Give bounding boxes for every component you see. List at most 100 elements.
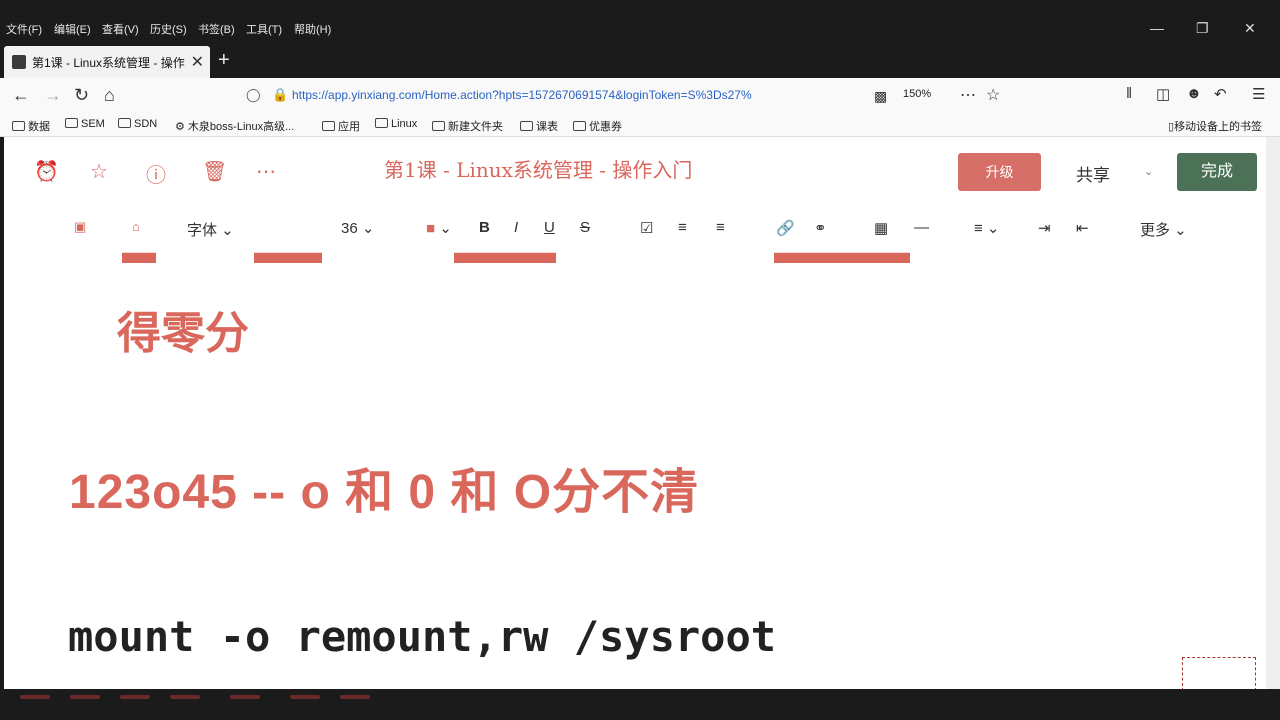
taskbar-item[interactable] bbox=[70, 695, 100, 699]
forward-icon[interactable]: → bbox=[44, 85, 62, 106]
info-icon[interactable]: ⓘ bbox=[146, 159, 166, 188]
watermark-stamp bbox=[1182, 657, 1256, 689]
table-icon[interactable]: ▦ bbox=[874, 219, 888, 237]
bookmark-folder[interactable]: 新建文件夹 bbox=[432, 118, 503, 134]
lock-icon: 🔒 bbox=[272, 87, 289, 102]
tab-close-icon[interactable]: ✕ bbox=[191, 52, 204, 72]
note-editor: ⏰ ☆ ⓘ 🗑 ⋯ 第1课 - Linux系统管理 - 操作入门 升级 共享 ⌄… bbox=[4, 137, 1266, 689]
menu-bookmarks[interactable]: 书签(B) bbox=[198, 21, 235, 37]
taskbar-item[interactable] bbox=[290, 695, 320, 699]
folder-icon bbox=[12, 121, 25, 131]
minimize-icon[interactable]: — bbox=[1150, 20, 1164, 36]
outdent-icon[interactable]: ⇤ bbox=[1076, 219, 1089, 237]
bookmark-folder[interactable]: 数据 bbox=[12, 118, 50, 134]
bookmark-folder[interactable]: 课表 bbox=[520, 118, 558, 134]
address-bar[interactable]: ◯ 🔒 https://app.yinxiang.com/Home.action… bbox=[240, 84, 860, 108]
menu-view[interactable]: 查看(V) bbox=[102, 21, 139, 37]
folder-icon bbox=[65, 118, 78, 128]
taskbar-item[interactable] bbox=[20, 695, 50, 699]
note-text-line[interactable]: 123o45 -- o 和 0 和 O分不清 bbox=[69, 452, 699, 522]
browser-tab[interactable]: 第1课 - Linux系统管理 - 操作 ✕ bbox=[4, 46, 210, 78]
tab-title: 第1课 - Linux系统管理 - 操作 bbox=[32, 56, 185, 70]
scrollbar[interactable] bbox=[1266, 137, 1280, 689]
format-toolbar: ▣ ⌂ 字体 ⌄ 36 ⌄ ■ ⌄ B I U S ☑ ≡ ≡ 🔗 ⚭ ▦ — … bbox=[4, 211, 1266, 247]
indent-icon[interactable]: ⇥ bbox=[1038, 219, 1051, 237]
home-icon[interactable]: ⌂ bbox=[104, 85, 115, 106]
template-icon[interactable]: ▣ bbox=[74, 219, 86, 235]
taskbar-item[interactable] bbox=[120, 695, 150, 699]
folder-icon bbox=[322, 121, 335, 131]
bookmark-folder[interactable]: SEM bbox=[65, 118, 105, 130]
clipped-text-line: ▬ ▬▬ ▬▬▬ ▬▬▬▬ bbox=[122, 245, 910, 271]
close-window-icon[interactable]: ✕ bbox=[1244, 20, 1256, 37]
url-text: https://app.yinxiang.com/Home.action?hpt… bbox=[292, 88, 752, 102]
taskbar-item[interactable] bbox=[340, 695, 370, 699]
more-options-icon[interactable]: ⋯ bbox=[256, 159, 276, 184]
note-text-line[interactable]: 得零分 bbox=[117, 297, 249, 361]
link-icon[interactable]: 🔗 bbox=[776, 219, 795, 237]
bookmark-folder[interactable]: Linux bbox=[375, 118, 417, 130]
sidebar-icon[interactable]: ◫ bbox=[1156, 85, 1170, 103]
upgrade-button[interactable]: 升级 bbox=[958, 153, 1041, 191]
underline-button[interactable]: U bbox=[544, 219, 555, 236]
font-size-select[interactable]: 36 ⌄ bbox=[341, 219, 374, 237]
numbered-list-icon[interactable]: ≡ bbox=[716, 219, 725, 236]
chevron-down-icon[interactable]: ⌄ bbox=[1144, 165, 1153, 178]
text-color-icon[interactable]: ■ ⌄ bbox=[426, 219, 452, 237]
bookmark-folder[interactable]: 优惠券 bbox=[573, 118, 622, 134]
folder-icon bbox=[375, 118, 388, 128]
bookmark-folder[interactable]: SDN bbox=[118, 118, 157, 130]
folder-icon bbox=[432, 121, 445, 131]
taskbar-item[interactable] bbox=[230, 695, 260, 699]
globe-icon: ⚙ bbox=[175, 121, 188, 133]
navigation-bar: ← → ↻ ⌂ ◯ 🔒 https://app.yinxiang.com/Hom… bbox=[0, 78, 1280, 114]
bookmark-link[interactable]: ⚙ 木泉boss-Linux高级... bbox=[175, 118, 294, 134]
note-code-line[interactable]: mount -o remount,rw /sysroot bbox=[68, 612, 776, 661]
library-icon[interactable]: ‖ bbox=[1126, 85, 1132, 102]
mobile-bookmarks[interactable]: ▯移动设备上的书签 bbox=[1168, 118, 1262, 134]
align-icon[interactable]: ≡ ⌄ bbox=[974, 219, 1000, 237]
bookmark-folder[interactable]: 应用 bbox=[322, 118, 360, 134]
bold-button[interactable]: B bbox=[479, 219, 490, 236]
italic-button[interactable]: I bbox=[514, 219, 518, 236]
more-tools-select[interactable]: 更多 ⌄ bbox=[1140, 219, 1187, 240]
folder-icon bbox=[573, 121, 586, 131]
menu-file[interactable]: 文件(F) bbox=[6, 21, 42, 37]
horizontal-rule-icon[interactable]: — bbox=[914, 219, 929, 236]
checkbox-icon[interactable]: ☑ bbox=[640, 219, 653, 237]
qr-code-icon[interactable]: ▩ bbox=[874, 88, 887, 105]
bookmarks-bar: 数据 SEM SDN ⚙ 木泉boss-Linux高级... 应用 Linux … bbox=[0, 114, 1280, 137]
menu-bar: 文件(F) 编辑(E) 查看(V) 历史(S) 书签(B) 工具(T) 帮助(H… bbox=[0, 18, 1280, 38]
zoom-level[interactable]: 150% bbox=[903, 88, 931, 100]
shield-icon: ◯ bbox=[246, 87, 261, 102]
back-icon[interactable]: ← bbox=[12, 85, 30, 106]
strikethrough-button[interactable]: S bbox=[580, 219, 590, 236]
trash-icon[interactable]: 🗑 bbox=[202, 159, 227, 184]
bullet-list-icon[interactable]: ≡ bbox=[678, 219, 687, 236]
font-family-select[interactable]: 字体 ⌄ bbox=[187, 219, 234, 240]
star-icon[interactable]: ☆ bbox=[90, 159, 108, 184]
page-actions-icon[interactable]: ⋯ bbox=[960, 85, 976, 105]
reload-icon[interactable]: ↻ bbox=[74, 85, 89, 106]
account-icon[interactable]: ☻ bbox=[1186, 85, 1202, 102]
restore-icon[interactable]: ❐ bbox=[1196, 20, 1209, 37]
menu-tools[interactable]: 工具(T) bbox=[246, 21, 282, 37]
done-button[interactable]: 完成 bbox=[1177, 153, 1257, 191]
folder-icon bbox=[118, 118, 131, 128]
evernote-favicon-icon bbox=[12, 55, 26, 69]
menu-help[interactable]: 帮助(H) bbox=[294, 21, 331, 37]
alarm-icon[interactable]: ⏰ bbox=[34, 159, 59, 184]
bookmark-star-icon[interactable]: ☆ bbox=[986, 85, 1000, 105]
menu-edit[interactable]: 编辑(E) bbox=[54, 21, 91, 37]
hamburger-menu-icon[interactable]: ☰ bbox=[1252, 85, 1265, 103]
taskbar-item[interactable] bbox=[170, 695, 200, 699]
menu-history[interactable]: 历史(S) bbox=[150, 21, 187, 37]
insert-icon[interactable]: ⌂ bbox=[132, 219, 140, 234]
taskbar bbox=[0, 689, 1280, 720]
unlink-icon[interactable]: ⚭ bbox=[814, 219, 827, 237]
share-button[interactable]: 共享 bbox=[1076, 161, 1110, 186]
folder-icon bbox=[520, 121, 533, 131]
undo-icon[interactable]: ↶ bbox=[1214, 85, 1227, 103]
note-title[interactable]: 第1课 - Linux系统管理 - 操作入门 bbox=[384, 154, 692, 183]
new-tab-button[interactable]: + bbox=[218, 49, 230, 72]
